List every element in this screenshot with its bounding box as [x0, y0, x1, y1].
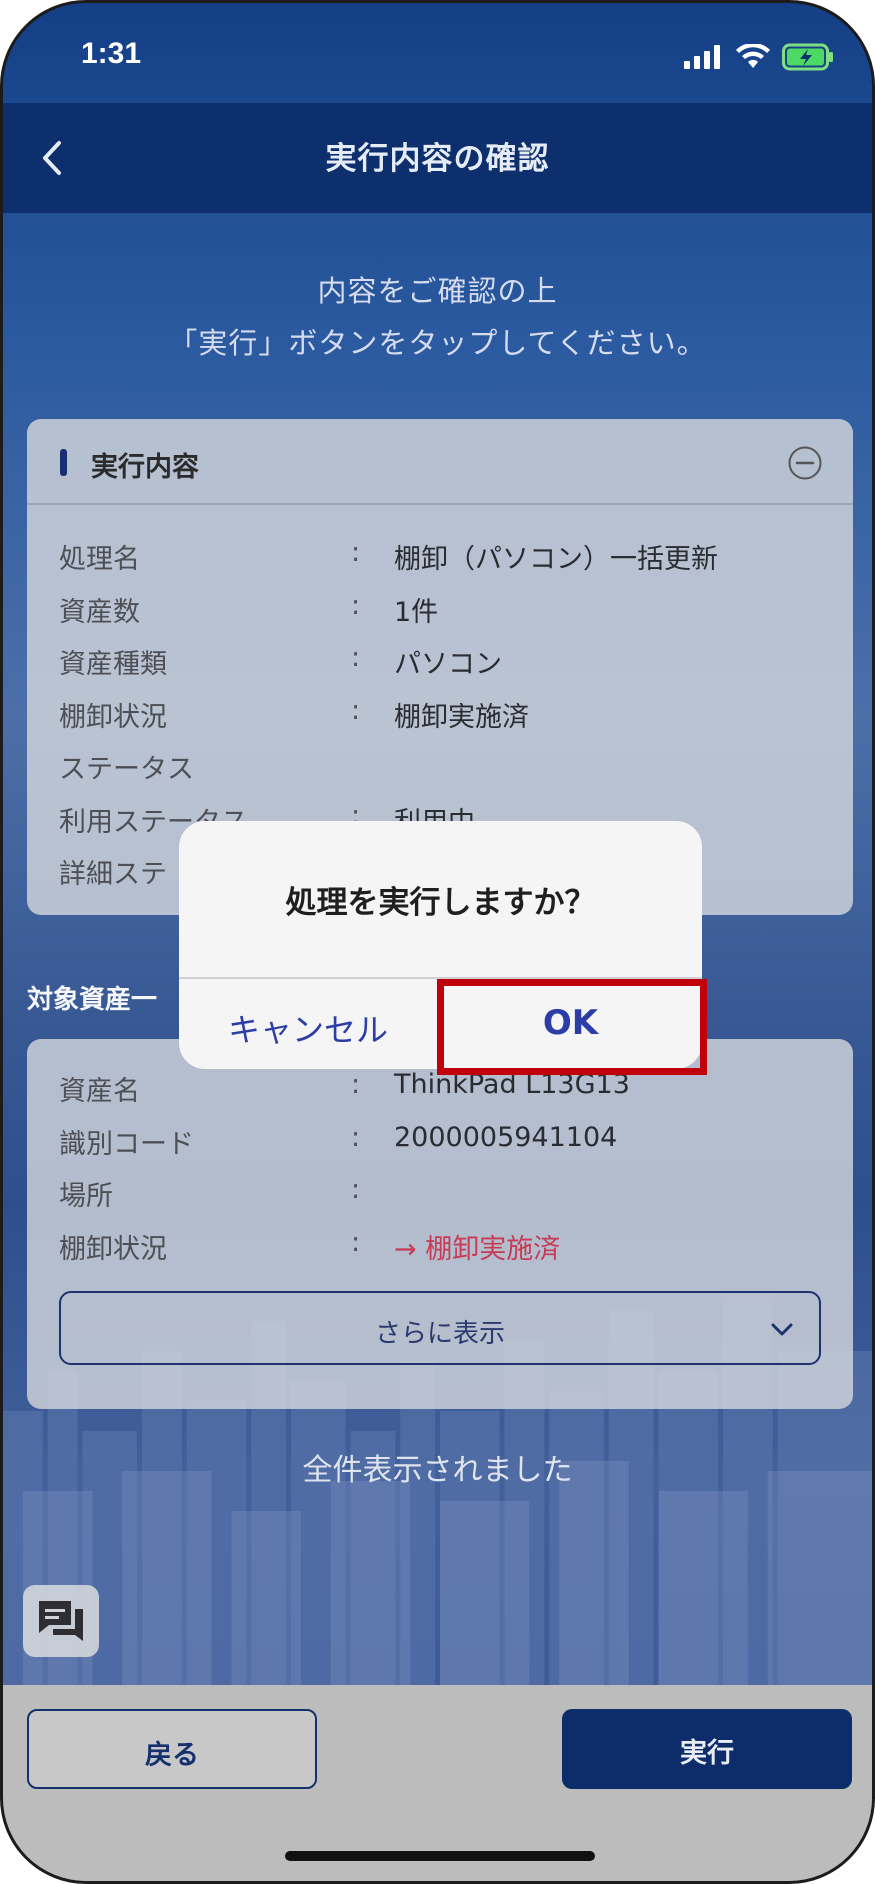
phone-screen: 1:31 実行内容の確認 内容をご確認の上 「実行」ボタンをタップしてください。…: [0, 0, 875, 1884]
dialog-message: 処理を実行しますか？: [285, 885, 596, 921]
highlight-frame: [437, 979, 707, 1075]
dialog-cancel-label: キャンセル: [227, 1011, 388, 1049]
dialog-cancel-button[interactable]: キャンセル: [179, 977, 437, 1069]
